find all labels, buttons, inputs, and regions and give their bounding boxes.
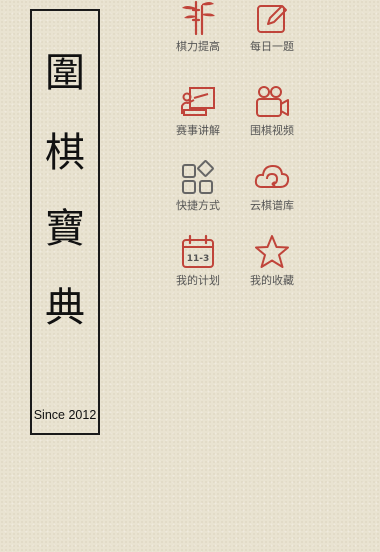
title-char-4: 典 bbox=[45, 285, 85, 331]
menu-item-label: 云棋谱库 bbox=[250, 199, 294, 212]
menu-item-label: 我的收藏 bbox=[250, 274, 294, 287]
title-panel: 圍 棋 寶 典 Since 2012 bbox=[30, 9, 100, 435]
star-icon bbox=[255, 235, 289, 268]
menu-item-skill-improve[interactable]: 棋力提高 bbox=[158, 0, 238, 62]
shortcut-grid-icon bbox=[182, 160, 214, 194]
menu-item-label: 每日一题 bbox=[250, 40, 294, 53]
lecture-icon bbox=[181, 87, 215, 116]
menu-item-my-favorites[interactable]: 我的收藏 bbox=[232, 234, 312, 296]
menu-item-match-commentary[interactable]: 赛事讲解 bbox=[158, 84, 238, 146]
title-char-3: 寶 bbox=[45, 206, 85, 252]
menu-item-label: 赛事讲解 bbox=[176, 124, 220, 137]
cloud-icon bbox=[254, 164, 290, 188]
menu-item-label: 快捷方式 bbox=[176, 199, 220, 212]
menu-item-go-videos[interactable]: 围棋视频 bbox=[232, 84, 312, 146]
edit-icon bbox=[257, 5, 287, 33]
calendar-icon: 11-3 bbox=[182, 234, 214, 268]
menu-item-label: 我的计划 bbox=[176, 274, 220, 287]
menu-item-label: 棋力提高 bbox=[176, 40, 220, 53]
bamboo-icon bbox=[182, 0, 215, 36]
menu-item-daily-problem[interactable]: 每日一题 bbox=[232, 0, 312, 62]
menu-item-my-plan[interactable]: 11-3 我的计划 bbox=[158, 234, 238, 296]
menu-item-cloud-library[interactable]: 云棋谱库 bbox=[232, 159, 312, 221]
title-char-2: 棋 bbox=[45, 130, 85, 176]
calendar-date-text: 11-3 bbox=[187, 254, 210, 264]
since-text: Since 2012 bbox=[33, 408, 97, 422]
menu-item-shortcuts[interactable]: 快捷方式 bbox=[158, 159, 238, 221]
menu-item-label: 围棋视频 bbox=[250, 124, 294, 137]
title-char-1: 圍 bbox=[45, 50, 85, 96]
video-camera-icon bbox=[256, 86, 289, 117]
